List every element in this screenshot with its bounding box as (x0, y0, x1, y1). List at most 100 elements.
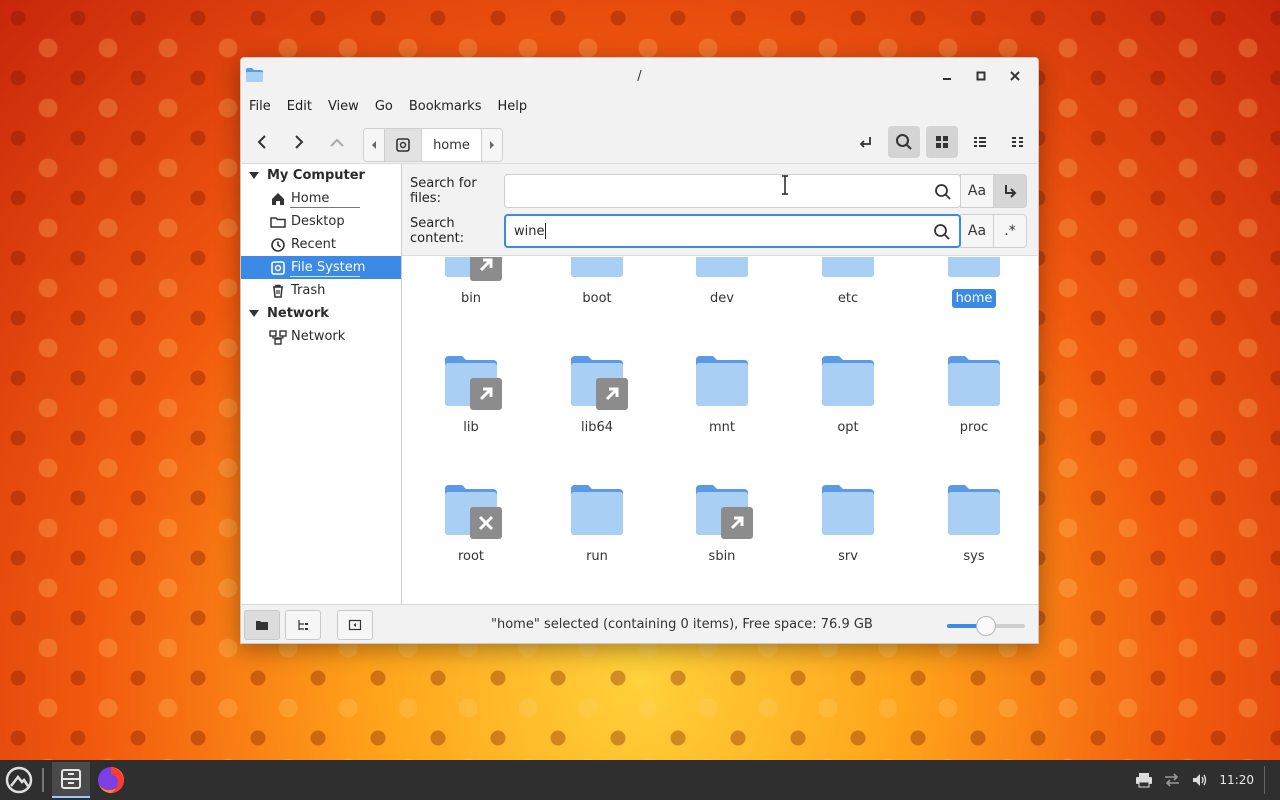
symlink-arrow-icon (596, 378, 628, 410)
file-item-label: root (457, 549, 485, 564)
sidebar-item-label: Home (291, 191, 330, 206)
search-icon (934, 224, 950, 240)
home-icon (272, 192, 284, 205)
content-case-sensitive-button[interactable]: Aa (960, 214, 994, 248)
file-item-lib64[interactable]: lib64 (547, 354, 647, 437)
title-bar[interactable]: / (241, 58, 1038, 94)
printer-icon[interactable] (1135, 772, 1153, 788)
file-item-label: proc (959, 420, 989, 435)
maximize-button[interactable] (966, 66, 996, 86)
minimize-icon (943, 78, 951, 80)
search-content-label: Search content: (410, 216, 465, 246)
zoom-slider-handle[interactable] (976, 616, 996, 636)
search-files-row: Search for files: Aa (410, 174, 1027, 208)
sidebar-item-trash[interactable]: Trash (241, 279, 401, 302)
folder-icon (821, 354, 875, 408)
sidebar-item-home[interactable]: Home (241, 187, 401, 210)
list-view-button[interactable] (964, 126, 996, 158)
folder-icon (947, 483, 1001, 537)
subdirectory-arrow-icon (1005, 185, 1017, 198)
volume-icon[interactable] (1191, 772, 1209, 788)
sidebar-item-label: Recent (291, 237, 336, 252)
search-icon (896, 134, 912, 150)
sidebar-item-recent[interactable]: Recent (241, 233, 401, 256)
taskbar: 11:20 (0, 760, 1280, 800)
folder-icon (444, 354, 502, 410)
menu-bookmarks[interactable]: Bookmarks (401, 99, 490, 114)
toggle-location-button[interactable] (850, 126, 882, 158)
forward-button[interactable] (283, 126, 315, 158)
file-cabinet-icon (61, 769, 81, 789)
file-item-label: opt (837, 420, 859, 435)
files-case-sensitive-button[interactable]: Aa (960, 174, 994, 208)
status-bar: "home" selected (containing 0 items), Fr… (241, 604, 1038, 643)
file-item-sys[interactable]: sys (924, 483, 1024, 566)
sidebar-heading-network[interactable]: Network (241, 302, 401, 325)
file-item-boot[interactable]: boot (547, 257, 647, 308)
folder-icon (695, 354, 749, 408)
search-content-input[interactable]: wine (504, 214, 961, 248)
file-item-root[interactable]: root (421, 483, 521, 566)
menu-go[interactable]: Go (367, 99, 401, 114)
up-button[interactable] (321, 126, 353, 158)
clock[interactable]: 11:20 (1219, 773, 1254, 787)
file-item-home[interactable]: home (924, 257, 1024, 308)
list-icon (974, 137, 986, 147)
close-button[interactable] (1000, 66, 1030, 86)
search-files-label: Search for files: (410, 176, 477, 206)
menu-view[interactable]: View (320, 99, 367, 114)
locked-x-icon (470, 507, 502, 539)
file-item-etc[interactable]: etc (798, 257, 898, 308)
system-tray: 11:20 (1135, 760, 1280, 800)
search-button[interactable] (888, 126, 920, 158)
search-files-input[interactable] (504, 174, 961, 208)
menu-edit[interactable]: Edit (279, 99, 320, 114)
content-regex-button[interactable]: .* (993, 214, 1027, 248)
file-item-srv[interactable]: srv (798, 483, 898, 566)
files-recursive-button[interactable] (993, 174, 1027, 208)
file-item-proc[interactable]: proc (924, 354, 1024, 437)
file-item-label: lib (463, 420, 479, 435)
icon-view-button[interactable] (926, 126, 958, 158)
folder-icon (821, 257, 875, 279)
file-item-mnt[interactable]: mnt (672, 354, 772, 437)
back-button[interactable] (246, 126, 278, 158)
compact-view-button[interactable] (1002, 126, 1034, 158)
show-places-button[interactable] (244, 610, 280, 640)
file-item-sbin[interactable]: sbin (672, 483, 772, 566)
mountain-logo-icon (5, 766, 33, 794)
show-tree-button[interactable] (285, 610, 321, 640)
file-item-opt[interactable]: opt (798, 354, 898, 437)
file-manager-window: / File Edit View Go Bookmarks Help home … (240, 57, 1039, 644)
file-item-run[interactable]: run (547, 483, 647, 566)
taskbar-firefox[interactable] (94, 762, 128, 798)
menu-file[interactable]: File (241, 99, 279, 114)
zoom-slider[interactable] (947, 616, 1025, 636)
file-item-label: sys (963, 549, 985, 564)
sidebar-heading-my-computer[interactable]: My Computer (241, 164, 401, 187)
folder-icon (570, 257, 624, 279)
path-scroll-left[interactable] (364, 129, 384, 161)
path-root-button[interactable] (384, 129, 422, 161)
minimize-button[interactable] (932, 66, 962, 86)
file-item-bin[interactable]: bin (421, 257, 521, 308)
menu-help[interactable]: Help (489, 99, 535, 114)
network-transfer-icon[interactable] (1163, 772, 1181, 788)
hide-sidebar-button[interactable] (337, 610, 373, 640)
search-content-row: Search content: wine Aa .* (410, 214, 1027, 248)
taskbar-file-manager[interactable] (52, 762, 90, 798)
maximize-icon (976, 71, 986, 81)
file-item-lib[interactable]: lib (421, 354, 521, 437)
sidebar-item-file-system[interactable]: File System (241, 256, 401, 279)
sidebar-item-network[interactable]: Network (241, 325, 401, 348)
app-menu-button[interactable] (2, 762, 36, 798)
firefox-icon (98, 767, 124, 793)
sidebar-item-label: File System (291, 260, 366, 275)
sidebar-item-desktop[interactable]: Desktop (241, 210, 401, 233)
folder-icon (570, 483, 624, 537)
path-crumb-home[interactable]: home (422, 129, 482, 161)
file-item-dev[interactable]: dev (672, 257, 772, 308)
path-scroll-right[interactable] (482, 129, 502, 161)
folder-icon (270, 216, 286, 228)
show-desktop-button[interactable] (1264, 766, 1272, 794)
